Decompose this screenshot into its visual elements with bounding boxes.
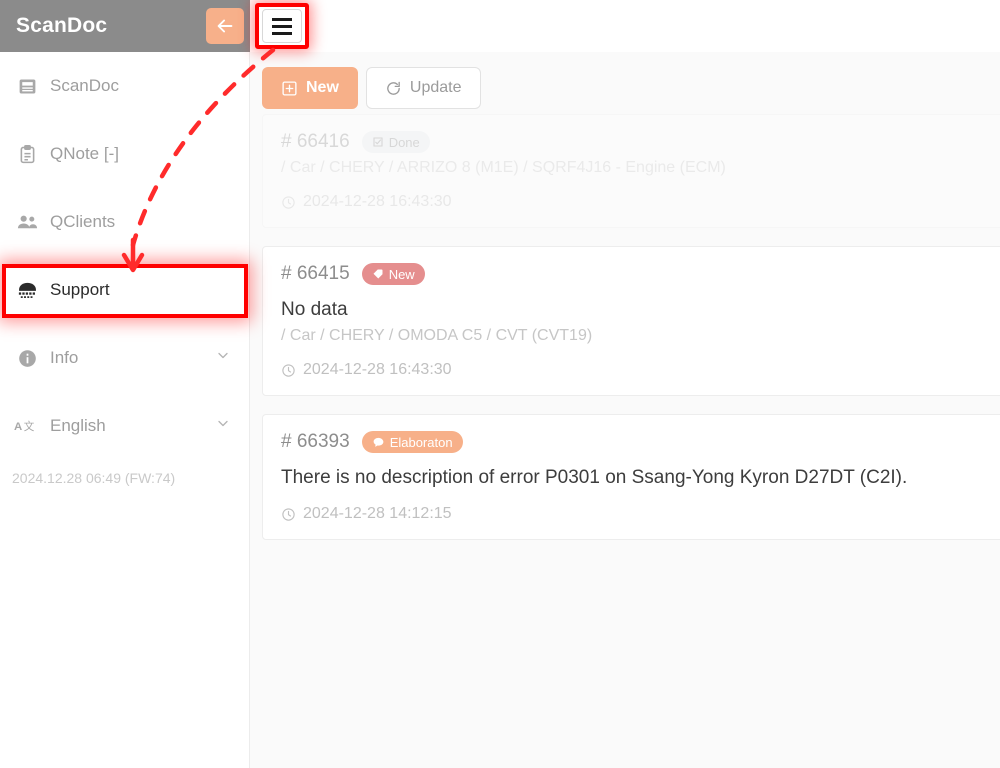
sidebar-item-label: ScanDoc bbox=[50, 76, 119, 95]
comment-icon bbox=[373, 437, 384, 447]
chevron-down-icon bbox=[215, 416, 231, 437]
ticket-time-label: 2024-12-28 16:43:30 bbox=[303, 193, 452, 210]
ticket-id: # 66393 bbox=[281, 431, 350, 452]
hamburger-bar-1 bbox=[272, 17, 292, 21]
sidebar-item-label: English bbox=[50, 416, 106, 435]
refresh-icon bbox=[387, 81, 400, 95]
new-button-label: New bbox=[306, 79, 339, 96]
toolbar: New Update bbox=[250, 52, 1000, 114]
ticket-time: 2024-12-28 16:43:30 bbox=[281, 361, 1000, 379]
ticket-id: # 66415 bbox=[281, 263, 350, 284]
back-arrow-icon bbox=[217, 19, 233, 33]
hamburger-bar-2 bbox=[272, 24, 292, 28]
update-button-label: Update bbox=[409, 79, 462, 96]
ticket-path: / Car / CHERY / OMODA C5 / CVT (CVT19) bbox=[281, 327, 593, 344]
ticket-header: # 66415 New bbox=[281, 263, 1000, 285]
sidebar-item-qclients[interactable]: QClients bbox=[0, 188, 249, 256]
ticket-time: 2024-12-28 16:43:30 bbox=[281, 193, 1000, 211]
header-brand-area: ScanDoc bbox=[0, 0, 250, 52]
app-header: ScanDoc bbox=[0, 0, 1000, 52]
sidebar-item-label: QClients bbox=[50, 212, 116, 231]
sidebar-item-language[interactable]: A 文 English bbox=[0, 392, 249, 460]
ticket-card[interactable]: # 66415 New No data / Car / CHERY / OMOD… bbox=[262, 246, 1000, 396]
svg-text:文: 文 bbox=[24, 420, 35, 433]
app-title: ScanDoc bbox=[16, 14, 108, 37]
ticket-header: # 66393 Elaboraton bbox=[281, 431, 1000, 453]
status-badge-label: Elaboraton bbox=[389, 434, 453, 450]
status-badge: Elaboraton bbox=[361, 431, 463, 453]
ticket-title: No data bbox=[281, 299, 348, 320]
main-content: New Update # 66416 Done / Car / CHERY / … bbox=[250, 52, 1000, 768]
tag-icon bbox=[373, 269, 383, 279]
status-badge: Done bbox=[361, 131, 430, 153]
sidebar-item-label: Support bbox=[50, 280, 110, 299]
info-icon bbox=[12, 348, 42, 369]
document-icon bbox=[12, 76, 42, 97]
users-icon bbox=[12, 211, 42, 234]
header-empty-area bbox=[250, 0, 1000, 52]
new-button[interactable]: New bbox=[262, 67, 358, 109]
ticket-id: # 66416 bbox=[281, 131, 350, 152]
clock-icon bbox=[282, 507, 295, 521]
status-badge-label: Done bbox=[388, 134, 420, 150]
back-button[interactable] bbox=[206, 8, 244, 44]
app-root: ScanDoc ScanDoc QNote [-] QClients Suppo… bbox=[0, 0, 1000, 768]
ticket-time-label: 2024-12-28 16:43:30 bbox=[303, 361, 452, 378]
ticket-card[interactable]: # 66416 Done / Car / CHERY / ARRIZO 8 (M… bbox=[262, 114, 1000, 228]
telephone-icon bbox=[12, 279, 42, 302]
status-badge: New bbox=[361, 263, 425, 285]
sidebar-item-label: QNote [-] bbox=[50, 144, 119, 163]
ticket-title: There is no description of error P0301 o… bbox=[281, 467, 908, 488]
ticket-time: 2024-12-28 14:12:15 bbox=[281, 505, 1000, 523]
check-square-icon bbox=[373, 137, 383, 147]
ticket-path: / Car / CHERY / ARRIZO 8 (M1E) / SQRF4J1… bbox=[281, 159, 726, 176]
hamburger-bar-3 bbox=[272, 31, 292, 35]
sidebar-item-label: Info bbox=[50, 348, 79, 367]
ticket-card[interactable]: # 66393 Elaboraton There is no descripti… bbox=[262, 414, 1000, 540]
svg-text:A: A bbox=[14, 421, 22, 433]
ticket-list: # 66416 Done / Car / CHERY / ARRIZO 8 (M… bbox=[250, 114, 1000, 540]
sidebar-item-info[interactable]: Info bbox=[0, 324, 249, 392]
sidebar-item-scandoc[interactable]: ScanDoc bbox=[0, 52, 249, 120]
hamburger-highlight-box bbox=[255, 3, 309, 49]
update-button[interactable]: Update bbox=[365, 67, 481, 109]
clock-icon bbox=[282, 195, 295, 209]
sidebar-item-support[interactable]: Support bbox=[0, 256, 249, 324]
firmware-timestamp: 2024.12.28 06:49 (FW:74) bbox=[12, 470, 176, 486]
sidebar: ScanDoc QNote [-] QClients Support Info … bbox=[0, 52, 250, 768]
chevron-down-icon bbox=[215, 348, 231, 369]
clock-icon bbox=[282, 363, 295, 377]
hamburger-menu-button[interactable] bbox=[262, 9, 302, 43]
ticket-header: # 66416 Done bbox=[281, 131, 1000, 153]
sidebar-item-qnote[interactable]: QNote [-] bbox=[0, 120, 249, 188]
clipboard-icon bbox=[12, 144, 42, 165]
ticket-time-label: 2024-12-28 14:12:15 bbox=[303, 505, 452, 522]
plus-square-icon bbox=[282, 80, 297, 96]
language-icon: A 文 bbox=[12, 417, 42, 435]
status-badge-label: New bbox=[388, 266, 415, 282]
